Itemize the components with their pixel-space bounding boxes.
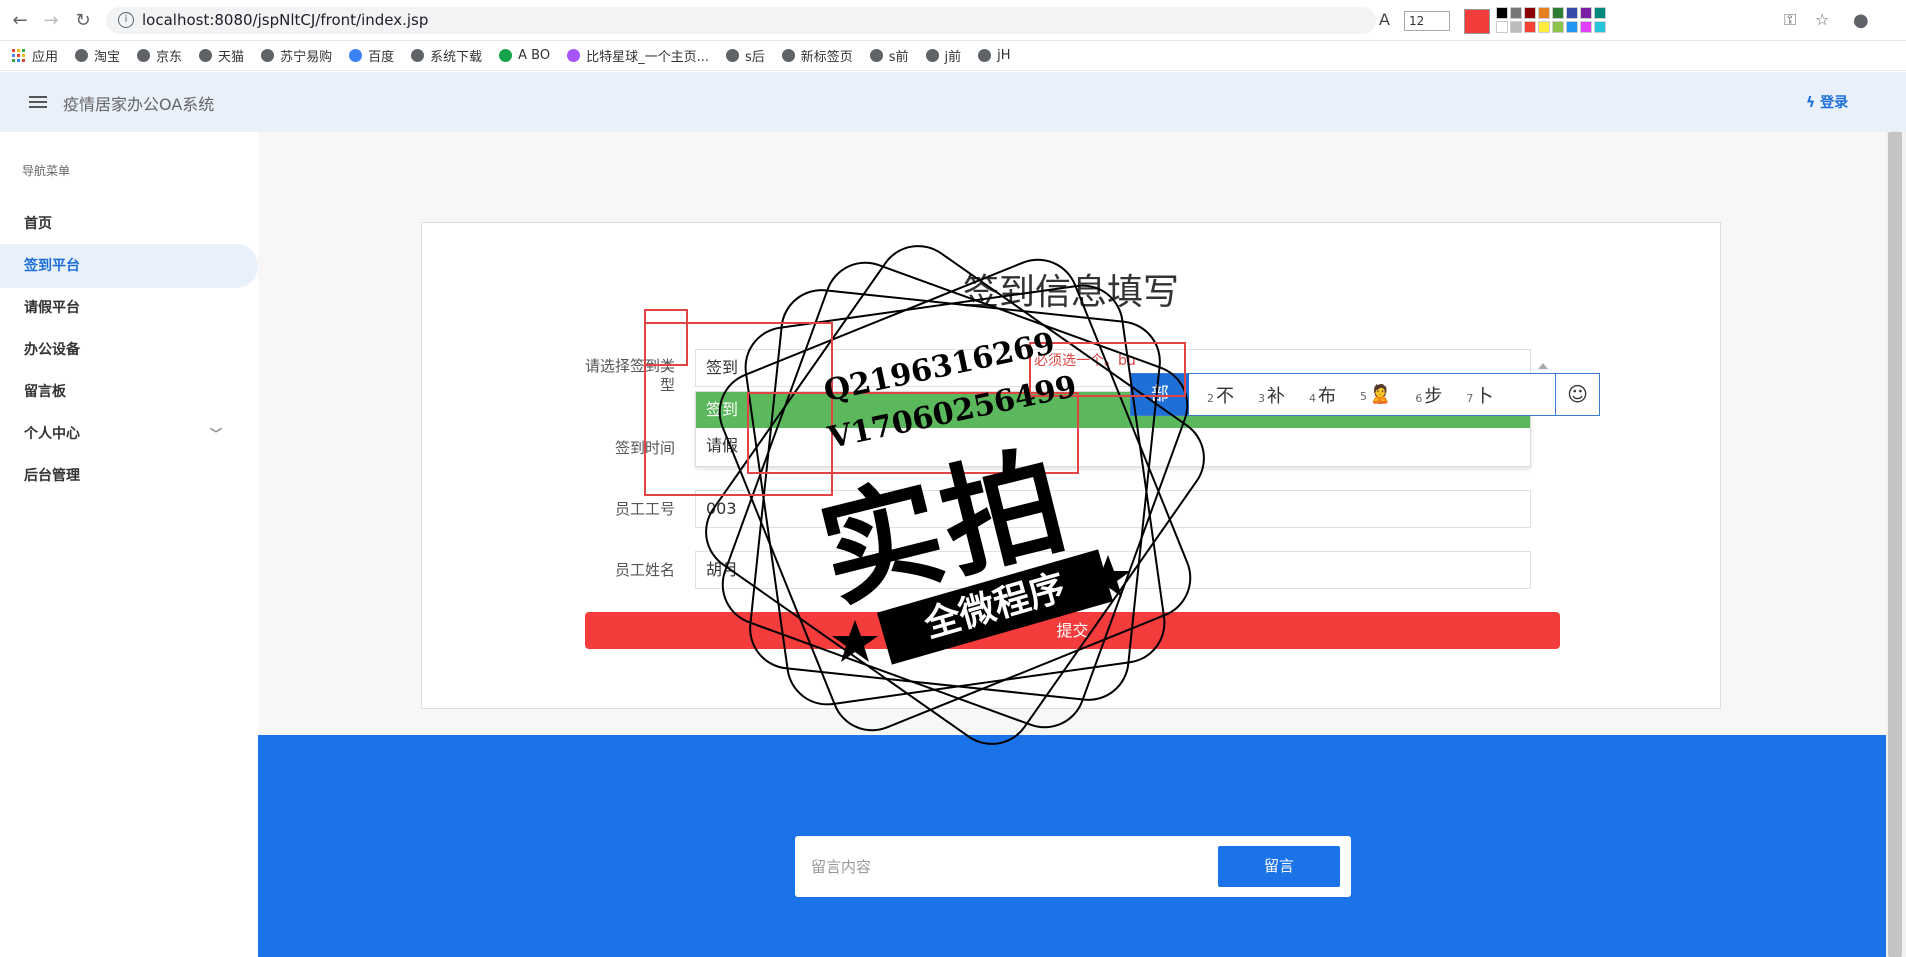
globe-icon [75,49,89,62]
ime-candidate[interactable]: 2不 [1207,382,1234,408]
sidebar-heading: 导航菜单 [22,164,71,178]
globe-icon [725,49,739,62]
ime-candidate[interactable]: 4布 [1309,382,1336,408]
ime-candidate[interactable]: 5 🙎 [1360,384,1391,405]
reload-icon[interactable]: ↻ [72,10,94,32]
ime-candidate[interactable]: 3补 [1258,382,1285,408]
bookmark-item[interactable]: j前 [925,46,961,65]
lightning-icon: ϟ [1806,95,1821,111]
footer: 留言内容 留言 [258,735,1886,957]
ime-candidate[interactable]: 6步 [1415,382,1442,408]
globe-icon [137,49,151,62]
globe-icon [199,49,213,62]
key-icon[interactable]: ⚿ [1784,10,1796,30]
message-input[interactable]: 留言内容 [811,856,871,877]
employee-id-input[interactable]: 003 [695,490,1531,528]
bookmark-item[interactable]: s后 [725,46,765,65]
bookmark-item[interactable]: 京东 [137,46,182,65]
current-color-swatch[interactable] [1464,9,1490,34]
globe-icon [781,49,795,62]
bookmark-item[interactable]: A BO [499,48,550,63]
sidebar-item-messages[interactable]: 留言板 [0,370,258,414]
star-icon[interactable]: ☆ [1815,10,1829,29]
dropdown-option-leave[interactable]: 请假 [696,428,1530,464]
bookmark-item[interactable]: 淘宝 [75,46,120,65]
ime-candidate-1[interactable]: 部 [1131,374,1189,415]
scrollbar-thumb[interactable] [1888,132,1902,957]
color-palette[interactable] [1496,7,1611,33]
bookmark-item[interactable]: 百度 [349,46,394,65]
info-icon[interactable]: i [118,12,134,28]
bookmark-item[interactable]: jH [978,48,1011,63]
sidebar-item-checkin[interactable]: 签到平台 [0,244,258,288]
back-arrow-icon[interactable]: ← [9,10,31,32]
leaf-icon [499,49,513,62]
ime-candidate-bar: 部 2不 3补 4布 5 🙎 6步 7卜 ☺ [1130,373,1600,416]
time-label: 签到时间 [614,439,675,457]
message-box: 留言内容 留言 [795,836,1351,897]
chevron-down-icon: ﹀ [209,427,222,441]
employee-name-label: 员工姓名 [614,561,675,579]
font-color-picker: A 12 [1376,4,1616,38]
forward-arrow-icon[interactable]: → [40,10,62,32]
globe-icon [261,49,275,62]
employee-id-label: 员工工号 [614,500,675,518]
bookmark-apps[interactable]: 应用 [12,46,58,65]
validation-error: 必须选一个。bu [1034,353,1136,369]
type-label: 请选择签到类型 [585,357,676,394]
account-icon[interactable]: ● [1853,10,1869,31]
paw-icon [349,49,363,62]
form-title: 签到信息填写 [962,272,1179,313]
message-submit-button[interactable]: 留言 [1218,846,1340,887]
app-header: 疫情居家办公OA系统 ϟ 登录 [0,72,1906,132]
caret-up-icon [1538,363,1548,369]
sidebar-item-home[interactable]: 首页 [0,202,258,246]
globe-icon [978,49,992,62]
globe-icon [869,49,883,62]
login-link[interactable]: ϟ 登录 [1806,92,1848,112]
font-icon[interactable]: A [1379,10,1390,29]
app-title: 疫情居家办公OA系统 [63,95,215,114]
sidebar-item-profile[interactable]: 个人中心 ﹀ [0,412,258,456]
bookmark-item[interactable]: 苏宁易购 [261,46,332,65]
bookmark-item[interactable]: 新标签页 [781,46,853,65]
address-bar[interactable]: i localhost:8080/jspNltCJ/front/index.js… [106,7,1376,34]
globe-icon [411,49,425,62]
bookmark-item[interactable]: 系统下载 [411,46,482,65]
planet-icon [567,49,581,62]
url-text[interactable]: localhost:8080/jspNltCJ/front/index.jsp [142,11,428,29]
font-size-select[interactable]: 12 [1404,11,1450,31]
checkin-form-card: 签到信息填写 请选择签到类型 签到 签到时间 员工工号 003 员工姓名 胡月 … [421,222,1721,709]
ime-candidate[interactable]: 7卜 [1466,382,1493,408]
sidebar: 导航菜单 首页 签到平台 请假平台 办公设备 留言板 个人中心 ﹀ 后台管理 [0,132,258,957]
sidebar-item-leave[interactable]: 请假平台 [0,286,258,330]
smiley-icon[interactable]: ☺ [1555,374,1599,415]
browser-toolbar: ← → ↻ i localhost:8080/jspNltCJ/front/in… [0,0,1906,41]
sidebar-item-equipment[interactable]: 办公设备 [0,328,258,372]
employee-name-input[interactable]: 胡月 [695,551,1531,589]
apps-grid-icon [12,49,25,62]
menu-icon[interactable] [29,96,47,108]
bookmark-item[interactable]: s前 [869,46,909,65]
submit-button[interactable]: 提交 [585,612,1560,649]
sidebar-item-admin[interactable]: 后台管理 [0,454,258,498]
bookmark-item[interactable]: 天猫 [199,46,244,65]
bookmark-item[interactable]: 比特星球_一个主页... [567,46,709,65]
globe-icon [925,49,939,62]
bookmarks-bar: 应用 淘宝 京东 天猫 苏宁易购 百度 系统下载 A BO 比特星球_一个主页.… [0,41,1906,71]
